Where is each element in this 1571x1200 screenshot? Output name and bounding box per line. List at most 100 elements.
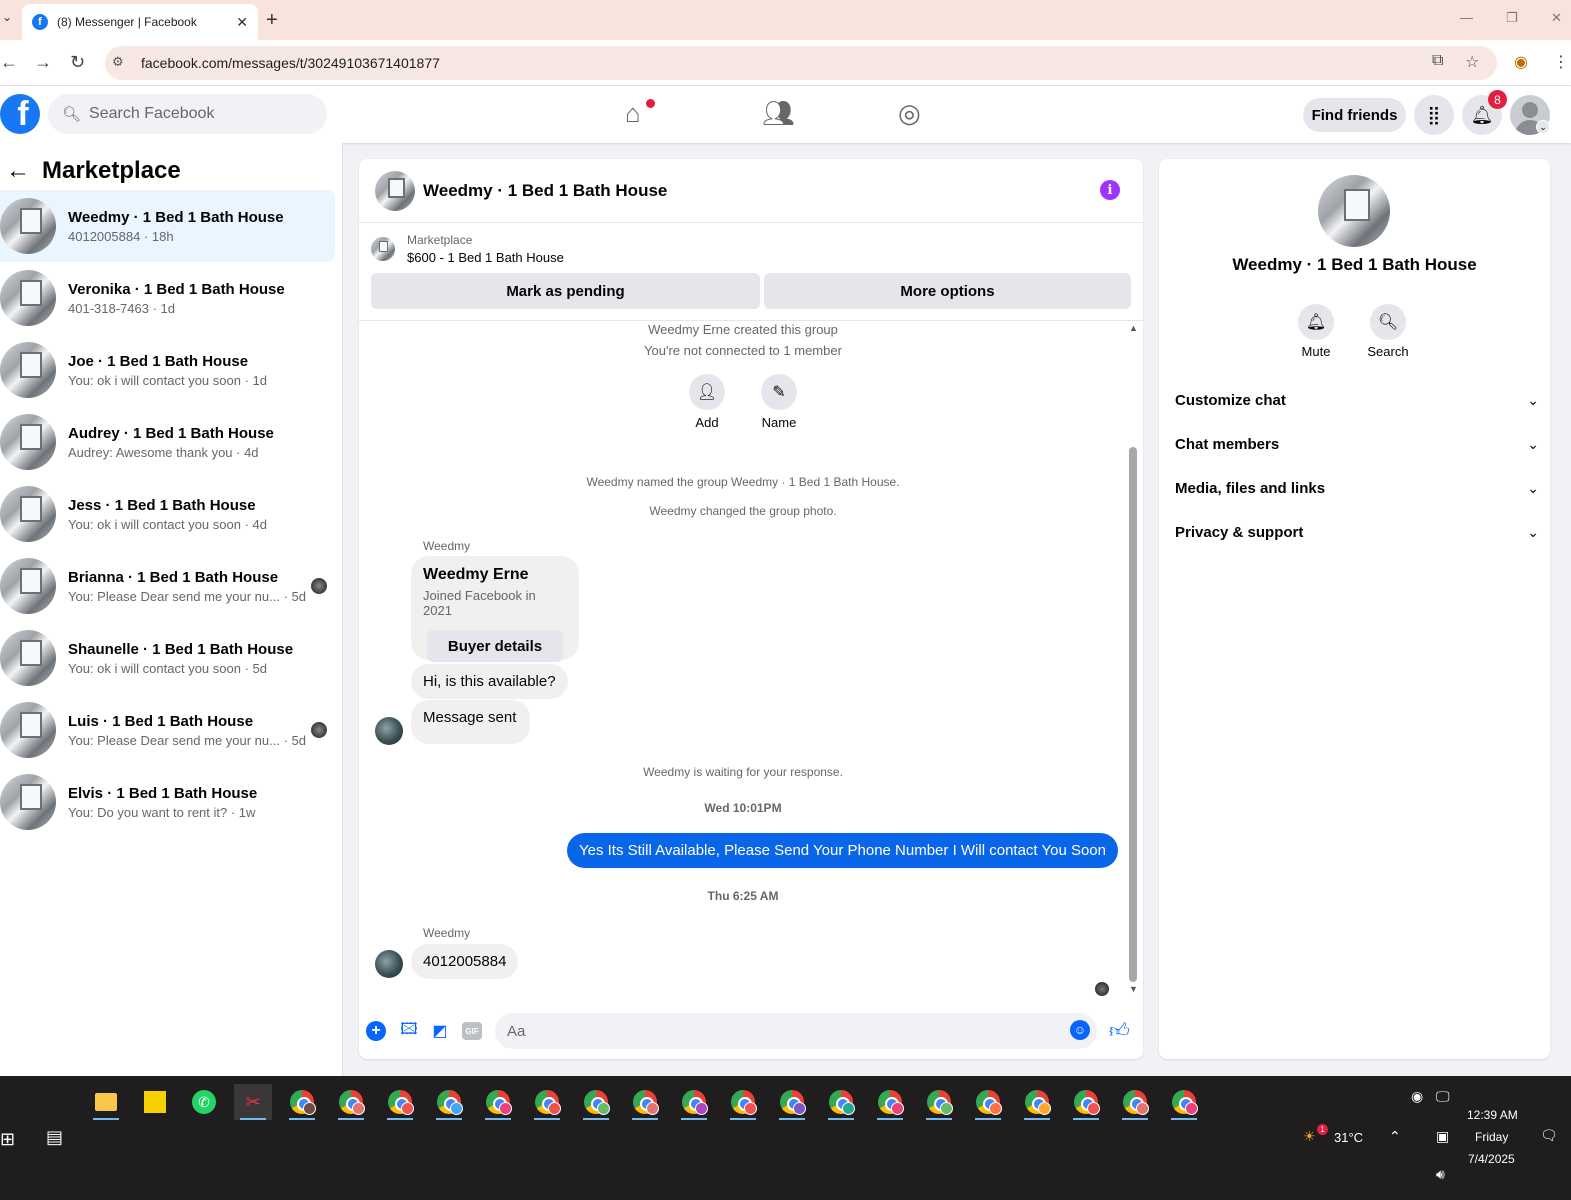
chat-title[interactable]: Weedmy · 1 Bed 1 Bath House (423, 181, 667, 201)
facebook-logo-icon[interactable]: f (0, 94, 40, 134)
minimize-icon[interactable]: — (1460, 10, 1473, 25)
record-icon[interactable]: ◉ (1411, 1088, 1423, 1105)
back-arrow-icon[interactable]: ← (6, 157, 30, 185)
windows-start-icon[interactable]: ⊞ (0, 1129, 15, 1150)
chrome-profile-icon[interactable] (822, 1084, 860, 1120)
chrome-profile-icon[interactable] (1116, 1084, 1154, 1120)
volume-icon[interactable]: 🔊︎ (1436, 1166, 1445, 1183)
add-person-icon[interactable]: 👤︎ (689, 374, 725, 410)
chrome-profile-icon[interactable] (626, 1084, 664, 1120)
message-input[interactable]: Aa (495, 1013, 1097, 1049)
new-tab-icon[interactable]: + (266, 9, 278, 32)
group-photo[interactable] (1318, 175, 1390, 247)
install-app-icon[interactable]: ⧉ (1432, 52, 1443, 70)
chrome-profile-icon[interactable] (430, 1084, 468, 1120)
message-bubble[interactable]: 4012005884 (411, 944, 519, 979)
forward-icon[interactable]: → (34, 52, 52, 73)
clock-time[interactable]: 12:39 AM (1467, 1108, 1518, 1122)
message-bubble[interactable]: Hi, is this available? (411, 664, 568, 699)
find-friends-button[interactable]: Find friends (1303, 98, 1406, 132)
temperature[interactable]: 31°C (1334, 1130, 1363, 1145)
conversation-item[interactable]: Brianna · 1 Bed 1 Bath House You: Please… (0, 550, 335, 622)
plus-icon[interactable]: + (366, 1021, 386, 1041)
sender-avatar[interactable] (375, 717, 403, 745)
chrome-profile-icon[interactable] (577, 1084, 615, 1120)
chrome-profile-icon[interactable] (773, 1084, 811, 1120)
back-icon[interactable]: ← (0, 52, 18, 73)
account-chevron-icon[interactable]: ⌄ (1536, 120, 1550, 134)
tab-search-chevron-icon[interactable]: ⌄ (2, 10, 12, 24)
scroll-down-icon[interactable]: ▼ (1129, 984, 1138, 994)
search-facebook-input[interactable]: 🔍︎ Search Facebook (48, 94, 327, 134)
media-files-links-section[interactable]: Media, files and links ⌄ (1175, 470, 1539, 506)
scrollbar-thumb[interactable] (1129, 447, 1137, 982)
whatsapp-icon[interactable]: ✆ (185, 1084, 223, 1120)
groups-icon[interactable]: ◎ (898, 98, 921, 129)
outgoing-message-bubble[interactable]: Yes Its Still Available, Please Send You… (566, 833, 1118, 868)
browser-tab-messenger[interactable]: f (8) Messenger | Facebook ✕ (22, 4, 258, 40)
task-view-icon[interactable]: ▤ (46, 1127, 63, 1148)
chrome-profile-icon[interactable] (381, 1084, 419, 1120)
chrome-profile-icon[interactable] (920, 1084, 958, 1120)
info-icon[interactable]: i (1100, 180, 1120, 200)
display-icon[interactable]: 🖵 (1436, 1088, 1450, 1105)
thumbs-up-icon[interactable]: 👍︎ (1109, 1019, 1130, 1043)
meet-icon[interactable]: ▣ (1436, 1128, 1449, 1145)
conversation-item[interactable]: Joe · 1 Bed 1 Bath House You: ok i will … (0, 334, 335, 406)
site-info-icon[interactable]: ⚙ (112, 54, 124, 70)
search-icon[interactable]: 🔍︎ (1370, 304, 1406, 340)
chrome-profile-icon[interactable] (675, 1084, 713, 1120)
notification-center-icon[interactable]: 🗨 (1540, 1127, 1558, 1144)
edit-pencil-icon[interactable]: ✎ (761, 374, 797, 410)
clock-date[interactable]: 7/4/2025 (1468, 1152, 1515, 1166)
reload-icon[interactable]: ↻ (70, 52, 85, 73)
close-tab-icon[interactable]: ✕ (236, 14, 248, 31)
bookmark-star-icon[interactable]: ☆ (1465, 52, 1479, 72)
scroll-up-icon[interactable]: ▲ (1129, 323, 1138, 333)
conversation-item[interactable]: Elvis · 1 Bed 1 Bath House You: Do you w… (0, 766, 335, 838)
profile-icon[interactable]: ◉ (1514, 52, 1528, 72)
buyer-details-button[interactable]: Buyer details (427, 630, 563, 662)
snipping-tool-icon[interactable]: ✂ (234, 1084, 272, 1120)
conversation-item[interactable]: Shaunelle · 1 Bed 1 Bath House You: ok i… (0, 622, 335, 694)
sender-avatar[interactable] (375, 950, 403, 978)
photo-icon[interactable]: 🖾 (398, 1020, 420, 1042)
chevron-up-icon[interactable]: ⌃ (1389, 1128, 1401, 1145)
url-field[interactable]: facebook.com/messages/t/3024910367140187… (105, 46, 1497, 80)
privacy-support-section[interactable]: Privacy & support ⌄ (1175, 514, 1539, 550)
home-icon[interactable]: ⌂ (625, 98, 641, 129)
marketplace-listing[interactable]: Marketplace $600 - 1 Bed 1 Bath House (371, 233, 564, 265)
chat-avatar[interactable] (375, 170, 415, 211)
chat-members-section[interactable]: Chat members ⌄ (1175, 426, 1539, 462)
friends-icon[interactable]: 👥︎ (762, 98, 795, 129)
chrome-profile-icon[interactable] (528, 1084, 566, 1120)
customize-chat-section[interactable]: Customize chat ⌄ (1175, 382, 1539, 418)
more-options-button[interactable]: More options (764, 273, 1131, 309)
sticker-icon[interactable]: ◩ (429, 1020, 451, 1042)
conversation-item[interactable]: Jess · 1 Bed 1 Bath House You: ok i will… (0, 478, 335, 550)
mute-bell-icon[interactable]: 🔔︎ (1298, 304, 1334, 340)
sticky-notes-icon[interactable] (136, 1084, 174, 1120)
weather-icon[interactable]: ☀ (1303, 1128, 1316, 1145)
chrome-profile-icon[interactable] (332, 1084, 370, 1120)
file-explorer-icon[interactable] (87, 1084, 125, 1120)
conversation-item[interactable]: Veronika · 1 Bed 1 Bath House 401-318-74… (0, 262, 335, 334)
gif-icon[interactable]: GIF (462, 1022, 482, 1040)
chrome-profile-icon[interactable] (724, 1084, 762, 1120)
menu-grid-icon[interactable]: ⣿ (1414, 95, 1454, 135)
close-window-icon[interactable]: ✕ (1551, 10, 1562, 26)
restore-icon[interactable]: ❐ (1506, 10, 1518, 26)
browser-menu-icon[interactable]: ⋮ (1553, 52, 1569, 72)
chrome-profile-icon[interactable] (479, 1084, 517, 1120)
conversation-item[interactable]: Audrey · 1 Bed 1 Bath House Audrey: Awes… (0, 406, 335, 478)
conversation-item[interactable]: Luis · 1 Bed 1 Bath House You: Please De… (0, 694, 335, 766)
chrome-profile-icon[interactable] (871, 1084, 909, 1120)
chrome-profile-icon[interactable] (969, 1084, 1007, 1120)
clock-day[interactable]: Friday (1475, 1130, 1508, 1144)
mark-as-pending-button[interactable]: Mark as pending (371, 273, 760, 309)
conversation-item[interactable]: Weedmy · 1 Bed 1 Bath House 4012005884 ·… (0, 190, 335, 262)
emoji-icon[interactable]: ☺ (1070, 1020, 1090, 1040)
chrome-profile-icon[interactable] (1067, 1084, 1105, 1120)
chrome-profile-icon[interactable] (1018, 1084, 1056, 1120)
chrome-profile-icon[interactable] (1165, 1084, 1203, 1120)
